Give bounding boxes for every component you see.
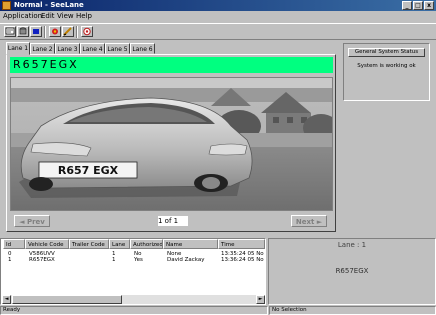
scroll-left-icon[interactable]: ◄	[2, 295, 11, 304]
lane-title: Lane : 1	[337, 241, 367, 249]
status-right: No Selection	[269, 306, 436, 315]
next-button[interactable]: Next ►	[291, 215, 327, 227]
toolbar-separator	[44, 26, 46, 38]
cell-id: 1	[8, 257, 12, 263]
car-plate-text: R657 EGX	[58, 164, 119, 177]
tab-lane-4[interactable]: Lane 4	[80, 43, 105, 54]
lane-plate: R657EGX	[335, 267, 369, 275]
scroll-thumb[interactable]	[12, 295, 122, 304]
menu-bar: Application Edit View Help	[0, 11, 436, 22]
menu-view[interactable]: View	[57, 11, 74, 22]
column-header-lane[interactable]: Lane	[109, 239, 130, 249]
prev-button[interactable]: ◄ Prev	[14, 215, 50, 227]
menu-help[interactable]: Help	[76, 11, 92, 22]
menu-edit[interactable]: Edit	[41, 11, 55, 22]
column-header-name[interactable]: Name	[163, 239, 218, 249]
scroll-right-icon[interactable]: ►	[256, 295, 265, 304]
events-list[interactable]: Id Vehicle Code Trailer Code Lane Author…	[0, 238, 266, 305]
camera-icon[interactable]	[81, 26, 93, 37]
database-icon[interactable]	[17, 26, 29, 37]
vehicle-photo: R657 EGX	[10, 77, 333, 211]
toolbar	[0, 23, 436, 40]
tab-lane-2[interactable]: Lane 2	[30, 43, 55, 54]
tab-lane-5[interactable]: Lane 5	[105, 43, 130, 54]
tab-lane-1[interactable]: Lane 1	[6, 42, 30, 55]
system-status-heading: General System Status	[348, 48, 425, 57]
lane-info-panel: Lane : 1 R657EGX	[268, 238, 436, 305]
recognized-plate-text: R657EGX	[13, 58, 79, 71]
horizontal-scrollbar[interactable]: ◄ ►	[2, 295, 265, 304]
title-bar: Normal - SeeLane _ □ x	[0, 0, 436, 11]
system-status-message: System is working ok	[357, 63, 416, 69]
minimize-button[interactable]: _	[402, 1, 412, 10]
toolbar-separator	[76, 26, 78, 38]
status-bar: Ready No Selection	[0, 306, 436, 315]
column-header-time[interactable]: Time	[218, 239, 265, 249]
page-indicator: 1 of 1	[158, 216, 188, 226]
system-status-group: General System Status System is working …	[343, 43, 430, 101]
column-header-id[interactable]: Id	[3, 239, 25, 249]
app-icon	[2, 1, 11, 10]
column-header-authorized[interactable]: Authorized	[130, 239, 163, 249]
settings-icon[interactable]	[4, 26, 16, 37]
window-title: Normal - SeeLane	[14, 1, 84, 9]
cell-vehicle-code: R657EGX	[29, 257, 55, 263]
recognized-plate-bar: R657EGX	[10, 57, 333, 73]
tab-lane-6[interactable]: Lane 6	[130, 43, 155, 54]
close-button[interactable]: x	[424, 1, 434, 10]
status-left: Ready	[0, 306, 268, 315]
cell-lane: 1	[112, 257, 116, 263]
column-header-vehicle-code[interactable]: Vehicle Code	[25, 239, 69, 249]
check-icon[interactable]	[62, 26, 74, 37]
tab-lane-3[interactable]: Lane 3	[55, 43, 80, 54]
maximize-button[interactable]: □	[413, 1, 423, 10]
cell-time: 13:36:24 05 No	[221, 257, 264, 263]
pen-icon[interactable]	[49, 26, 61, 37]
column-header-trailer-code[interactable]: Trailer Code	[69, 239, 109, 249]
cell-authorized: Yes	[134, 257, 143, 263]
cell-name: David Zackay	[167, 257, 205, 263]
menu-application[interactable]: Application	[3, 11, 42, 22]
stop-icon[interactable]	[30, 26, 42, 37]
